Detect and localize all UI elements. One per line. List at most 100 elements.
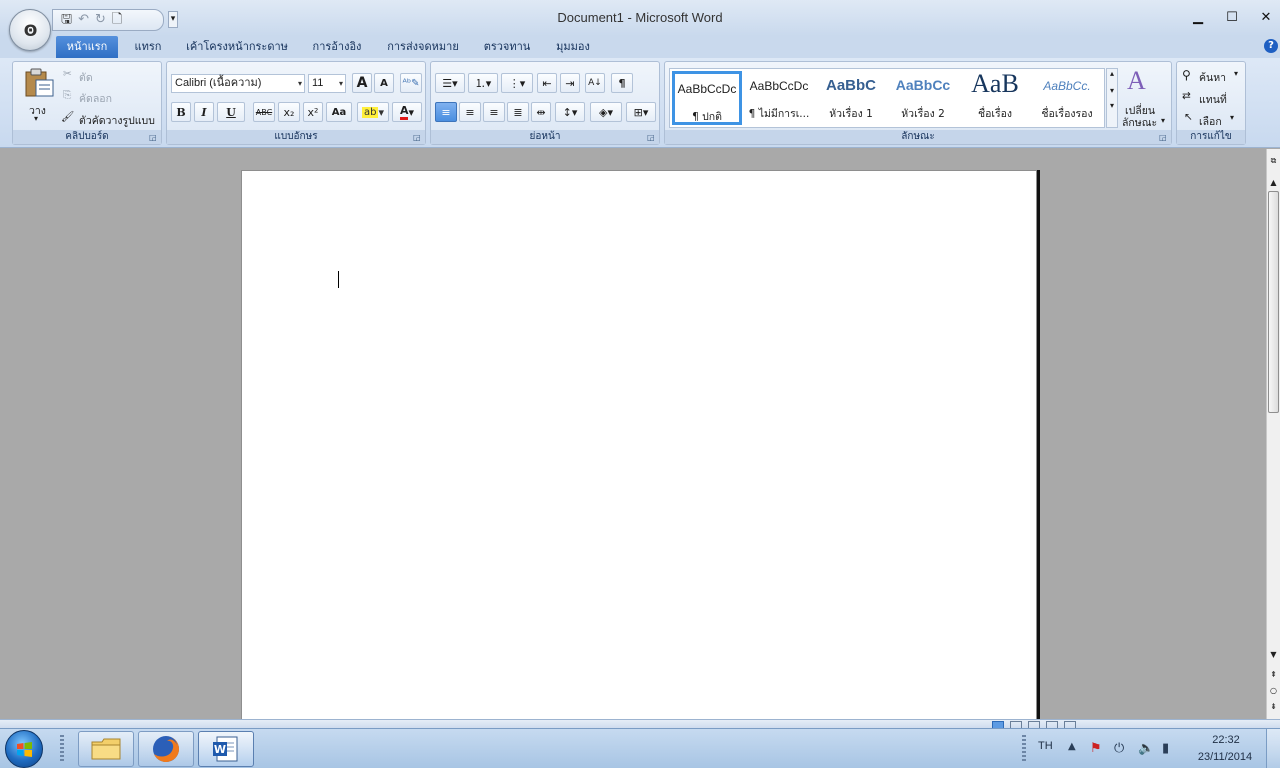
clock-time[interactable]: 22:32: [1196, 734, 1256, 746]
action-center-icon[interactable]: ⚑: [1090, 741, 1102, 756]
styles-dialog-launcher-icon[interactable]: ◲: [1159, 132, 1169, 143]
style-normal[interactable]: AaBbCcDc ¶ ปกติ: [672, 71, 742, 125]
ruler-toggle-icon[interactable]: ⧉: [1267, 155, 1280, 167]
bold-button[interactable]: B: [171, 102, 191, 122]
web-layout-view-icon[interactable]: [1028, 721, 1040, 728]
style-subtitle[interactable]: AaBbCc. ชื่อเรื่องรอง: [1032, 71, 1102, 125]
scroll-up-arrow-icon[interactable]: ▲: [1267, 177, 1280, 189]
tray-grip[interactable]: [1022, 735, 1026, 763]
select-arrow-icon[interactable]: ↖: [1184, 111, 1193, 123]
line-spacing-icon[interactable]: ↕▾: [555, 102, 585, 122]
office-button[interactable]: Ꙩ: [9, 9, 51, 51]
tab-page-layout[interactable]: เค้าโครงหน้ากระดาษ: [180, 36, 294, 58]
word-taskbar-button[interactable]: W: [198, 731, 254, 767]
highlight-color-icon[interactable]: ab ▾: [357, 102, 389, 122]
binoculars-icon[interactable]: ⚲: [1182, 68, 1191, 82]
numbering-icon[interactable]: ⒈▾: [468, 73, 498, 93]
style-no-spacing[interactable]: AaBbCcDc ¶ ไม่มีการเ...: [744, 71, 814, 125]
paste-icon[interactable]: [23, 68, 55, 98]
paragraph-dialog-launcher-icon[interactable]: ◲: [647, 132, 657, 143]
copy-button[interactable]: คัดลอก: [79, 90, 112, 107]
help-icon[interactable]: ?: [1264, 39, 1278, 53]
style-title[interactable]: AaB ชื่อเรื่อง: [960, 69, 1030, 125]
find-dropdown-icon[interactable]: ▾: [1234, 69, 1238, 78]
scrollbar-thumb[interactable]: [1268, 191, 1279, 413]
change-case-button[interactable]: Aa: [326, 102, 352, 122]
full-screen-view-icon[interactable]: [1010, 721, 1022, 728]
replace-icon[interactable]: ⇄: [1182, 90, 1191, 102]
maximize-button[interactable]: ☐: [1220, 9, 1244, 27]
clock-date[interactable]: 23/11/2014: [1190, 751, 1260, 763]
format-painter-icon[interactable]: 🖌: [61, 110, 74, 123]
paste-dropdown-icon[interactable]: ▾: [34, 114, 38, 123]
document-page[interactable]: [241, 170, 1037, 730]
scroll-up-icon[interactable]: ▴: [1107, 69, 1117, 78]
styles-gallery-scroll[interactable]: ▴ ▾ ▾: [1106, 68, 1118, 128]
tab-home[interactable]: หน้าแรก: [56, 36, 118, 58]
close-button[interactable]: ✕: [1254, 9, 1278, 27]
strikethrough-button[interactable]: ABC: [253, 102, 275, 122]
change-styles-icon[interactable]: A: [1127, 66, 1146, 96]
grow-font-button[interactable]: A: [352, 73, 372, 93]
next-page-icon[interactable]: ⇟: [1267, 701, 1280, 713]
clipboard-dialog-launcher-icon[interactable]: ◲: [149, 132, 159, 143]
file-explorer-taskbar-button[interactable]: [78, 731, 134, 767]
decrease-indent-icon[interactable]: ⇤: [537, 73, 557, 93]
superscript-button[interactable]: x²: [303, 102, 323, 122]
show-desktop-button[interactable]: [1266, 729, 1280, 768]
align-left-icon[interactable]: ≡: [435, 102, 457, 122]
copy-icon[interactable]: ⎘: [63, 89, 71, 102]
previous-page-icon[interactable]: ⇞: [1267, 669, 1280, 681]
tab-insert[interactable]: แทรก: [126, 36, 170, 58]
minimize-button[interactable]: ▁: [1186, 9, 1210, 27]
tab-references[interactable]: การอ้างอิง: [304, 36, 370, 58]
justify-icon[interactable]: ≣: [507, 102, 529, 122]
start-button[interactable]: [5, 730, 43, 768]
tab-mailings[interactable]: การส่งจดหมาย: [380, 36, 466, 58]
italic-button[interactable]: I: [194, 102, 214, 122]
vertical-scrollbar[interactable]: ⧉ ▲ ▼ ⇞ ○ ⇟: [1266, 149, 1280, 719]
select-button[interactable]: เลือก: [1199, 113, 1222, 130]
more-styles-icon[interactable]: ▾: [1107, 101, 1117, 110]
clear-formatting-icon[interactable]: ᴬᵇ✎: [400, 73, 422, 93]
shrink-font-button[interactable]: A: [374, 73, 394, 93]
cut-button[interactable]: ตัด: [79, 69, 93, 86]
select-dropdown-icon[interactable]: ▾: [1230, 113, 1234, 122]
outline-view-icon[interactable]: [1046, 721, 1058, 728]
format-painter-button[interactable]: ตัวคัดวางรูปแบบ: [79, 112, 155, 129]
align-right-icon[interactable]: ≡: [483, 102, 505, 122]
font-size-select[interactable]: 11 ▾: [308, 74, 346, 93]
multilevel-list-icon[interactable]: ⋮▾: [501, 73, 533, 93]
shading-icon[interactable]: ◈▾: [590, 102, 622, 122]
borders-icon[interactable]: ⊞▾: [626, 102, 656, 122]
font-name-select[interactable]: Calibri (เนื้อความ) ▾: [171, 74, 305, 93]
underline-button[interactable]: U: [217, 102, 245, 122]
print-layout-view-icon[interactable]: [992, 721, 1004, 728]
find-button[interactable]: ค้นหา: [1199, 69, 1226, 86]
input-language-indicator[interactable]: TH: [1038, 740, 1053, 752]
subscript-button[interactable]: x₂: [278, 102, 300, 122]
network-icon[interactable]: ▮: [1162, 741, 1169, 756]
tab-review[interactable]: ตรวจทาน: [476, 36, 538, 58]
change-styles-line2[interactable]: ลักษณะ: [1122, 114, 1157, 131]
style-heading-1[interactable]: AaBbC หัวเรื่อง 1: [816, 71, 886, 125]
show-formatting-button[interactable]: ¶: [611, 73, 633, 93]
taskbar-grip[interactable]: [60, 735, 64, 763]
browse-object-icon[interactable]: ○: [1267, 685, 1280, 697]
font-color-button[interactable]: A ▾: [392, 102, 422, 122]
style-heading-2[interactable]: AaBbCc หัวเรื่อง 2: [888, 71, 958, 125]
firefox-taskbar-button[interactable]: [138, 731, 194, 767]
sort-icon[interactable]: A↓: [585, 73, 605, 93]
increase-indent-icon[interactable]: ⇥: [560, 73, 580, 93]
scroll-down-icon[interactable]: ▾: [1107, 86, 1117, 95]
draft-view-icon[interactable]: [1064, 721, 1076, 728]
bullets-icon[interactable]: ☰▾: [435, 73, 465, 93]
cut-icon[interactable]: ✂: [63, 68, 72, 80]
power-icon[interactable]: ⏻: [1114, 741, 1124, 756]
show-hidden-icons-icon[interactable]: ▲: [1068, 741, 1076, 752]
change-styles-dropdown-icon[interactable]: ▾: [1161, 116, 1165, 125]
tab-view[interactable]: มุมมอง: [548, 36, 598, 58]
align-center-icon[interactable]: ≡: [459, 102, 481, 122]
scroll-down-arrow-icon[interactable]: ▼: [1267, 649, 1280, 661]
volume-icon[interactable]: 🔈: [1138, 741, 1154, 756]
